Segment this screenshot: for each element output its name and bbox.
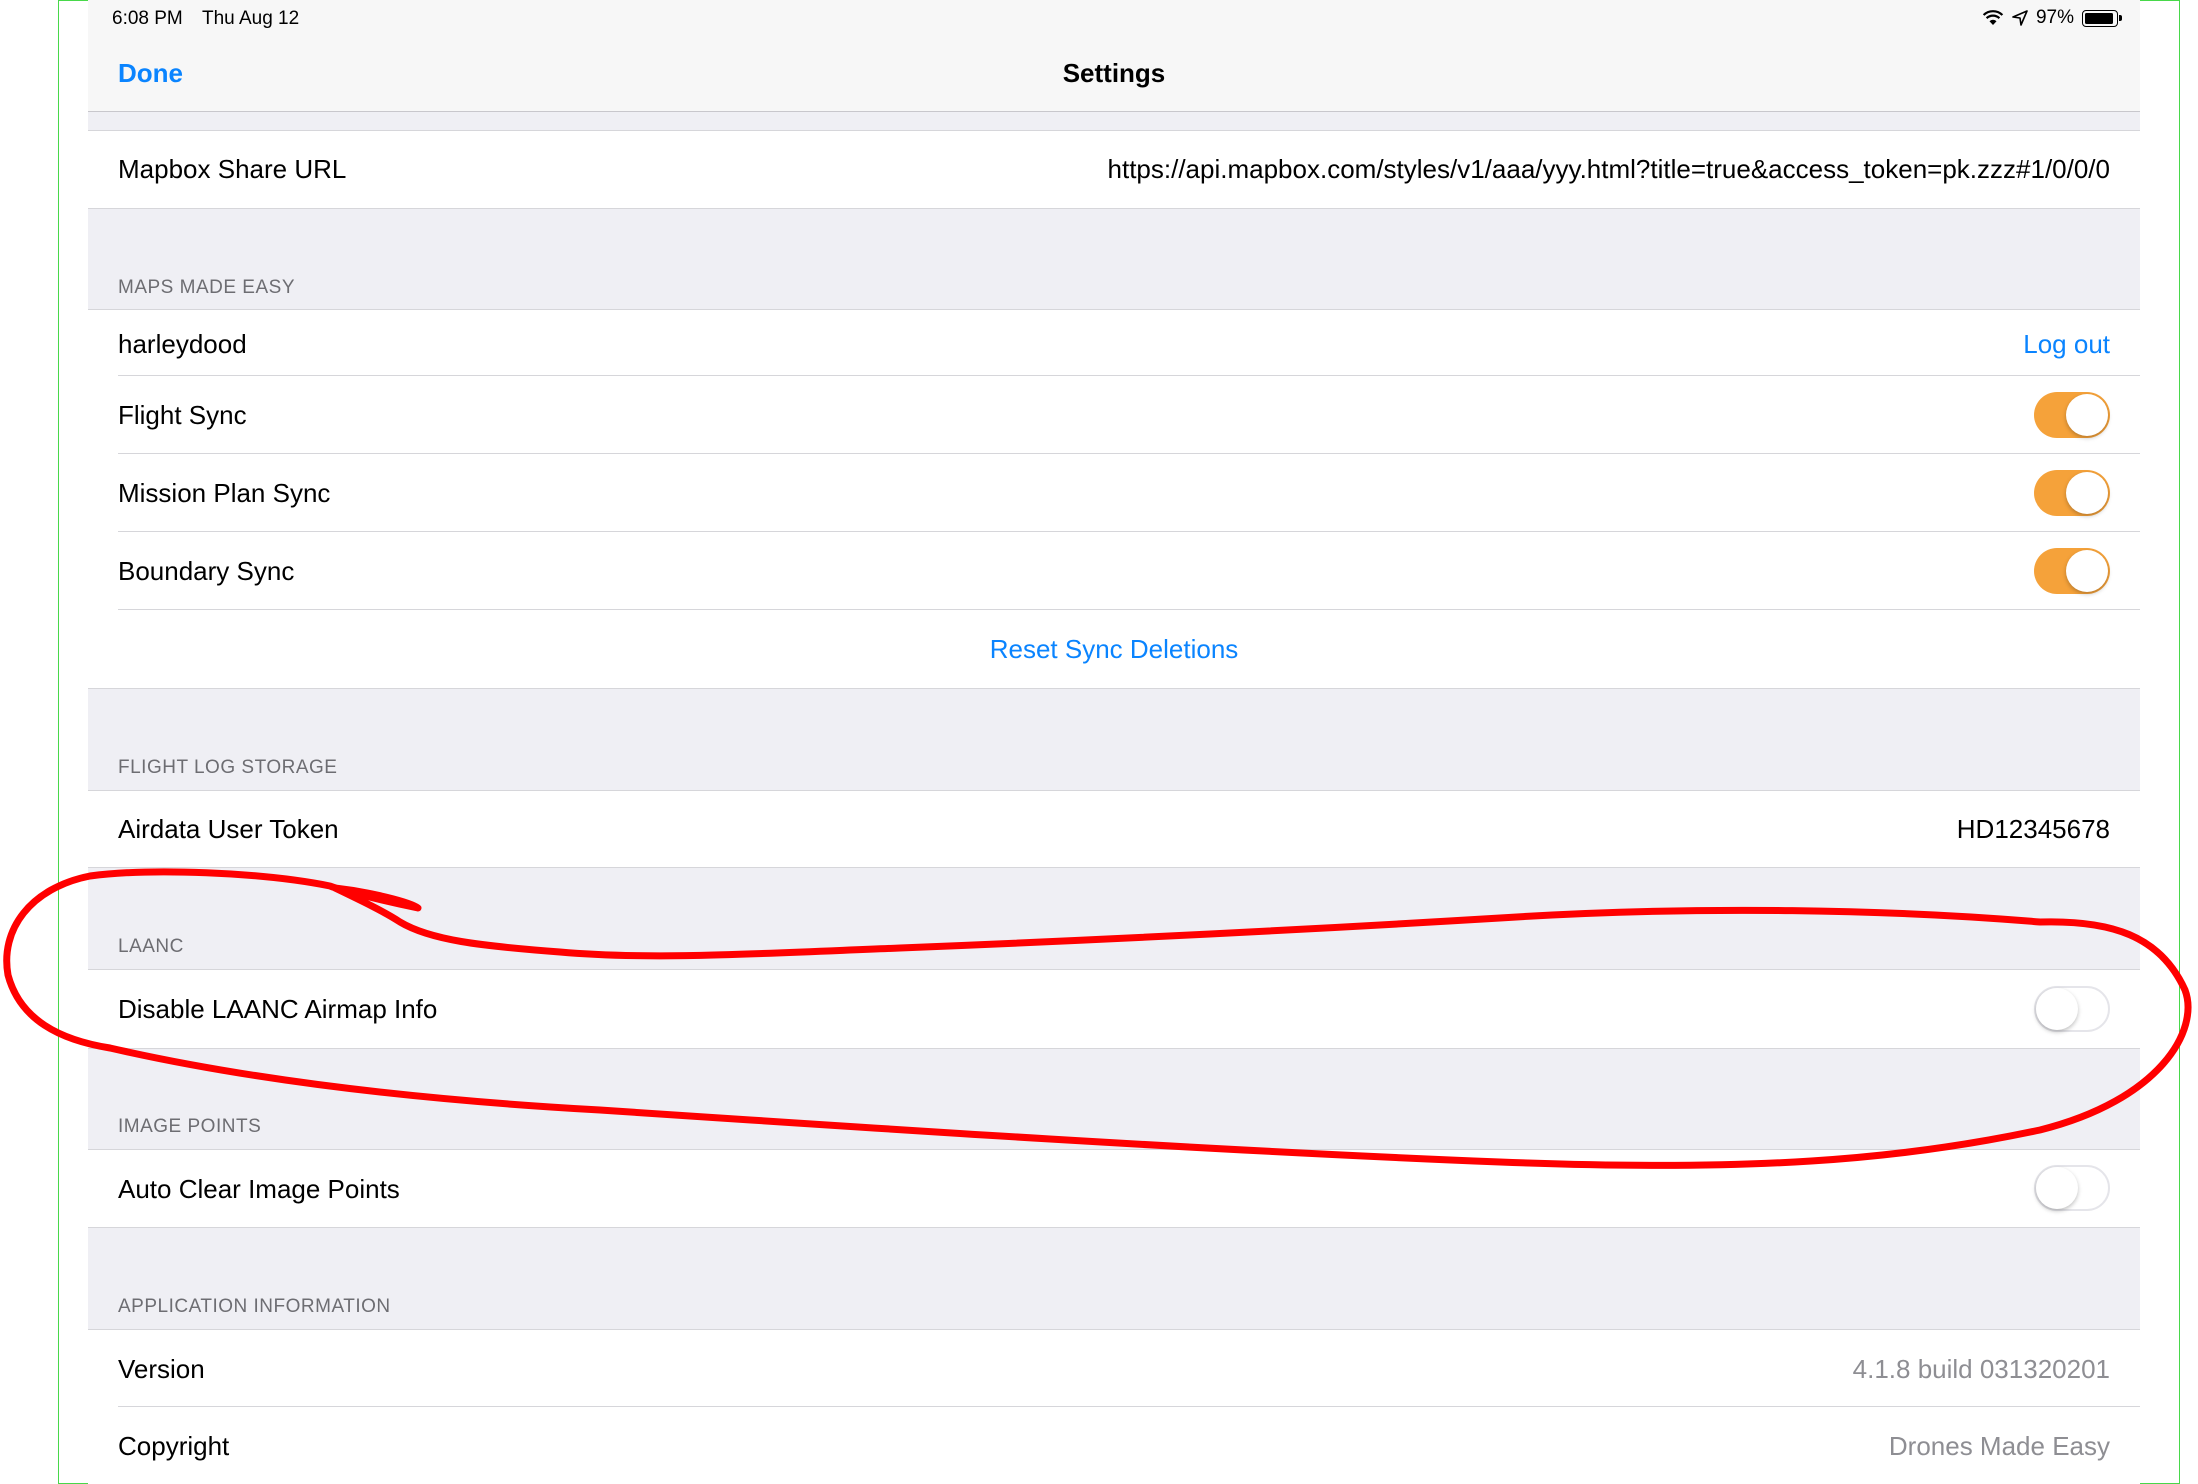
section-header-laanc: LAANC	[118, 936, 184, 957]
copyright-value: Drones Made Easy	[1888, 1431, 2110, 1461]
flight-sync-label: Flight Sync	[118, 400, 247, 430]
account-username: harleydood	[118, 329, 247, 359]
auto-clear-image-points-toggle[interactable]	[2034, 1165, 2110, 1211]
wifi-icon	[1982, 10, 2004, 25]
reset-sync-deletions-button[interactable]: Reset Sync Deletions	[88, 634, 2140, 665]
battery-icon	[2082, 9, 2122, 27]
flight-sync-toggle[interactable]	[2034, 392, 2110, 438]
version-row: Version 4.1.8 build 031320201	[88, 1330, 2140, 1407]
mission-plan-sync-toggle[interactable]	[2034, 470, 2110, 516]
version-label: Version	[118, 1354, 205, 1384]
mission-plan-sync-row: Mission Plan Sync	[88, 454, 2140, 532]
boundary-sync-label: Boundary Sync	[118, 556, 295, 586]
section-header-maps-made-easy: MAPS MADE EASY	[118, 277, 295, 298]
mapbox-share-url-value[interactable]: https://api.mapbox.com/styles/v1/aaa/yyy…	[1108, 154, 2110, 185]
location-arrow-icon	[2012, 10, 2028, 26]
section-header-image-points: IMAGE POINTS	[118, 1116, 262, 1137]
status-bar: 6:08 PM Thu Aug 12 97%	[88, 0, 2140, 38]
battery-percent: 97%	[2035, 7, 2074, 28]
flight-sync-row: Flight Sync	[88, 376, 2140, 454]
copyright-row: Copyright Drones Made Easy	[88, 1407, 2140, 1484]
status-date: Thu Aug 12	[202, 8, 300, 29]
section-header-application-information: APPLICATION INFORMATION	[118, 1296, 391, 1317]
mapbox-share-url-label: Mapbox Share URL	[118, 154, 347, 184]
airdata-token-value[interactable]: HD12345678	[1957, 814, 2110, 845]
page-title: Settings	[1062, 58, 1166, 88]
airdata-token-label: Airdata User Token	[118, 814, 339, 844]
boundary-sync-toggle[interactable]	[2034, 548, 2110, 594]
mission-plan-sync-label: Mission Plan Sync	[118, 478, 331, 508]
auto-clear-image-points-row: Auto Clear Image Points	[88, 1150, 2140, 1227]
airdata-token-row[interactable]: Airdata User Token HD12345678	[88, 791, 2140, 867]
navigation-bar: Done Settings	[88, 38, 2140, 112]
settings-screen: 6:08 PM Thu Aug 12 97% Done Settings Map…	[88, 0, 2140, 1484]
reset-sync-deletions-row[interactable]: Reset Sync Deletions	[88, 610, 2140, 688]
boundary-sync-row: Boundary Sync	[88, 532, 2140, 610]
disable-laanc-toggle[interactable]	[2034, 986, 2110, 1032]
disable-laanc-label: Disable LAANC Airmap Info	[118, 994, 438, 1024]
log-out-button[interactable]: Log out	[2023, 329, 2110, 360]
account-row: harleydood Log out	[88, 310, 2140, 376]
mapbox-share-url-row[interactable]: Mapbox Share URL https://api.mapbox.com/…	[88, 130, 2140, 208]
section-header-flight-log-storage: FLIGHT LOG STORAGE	[118, 757, 338, 778]
copyright-label: Copyright	[118, 1431, 230, 1461]
auto-clear-image-points-label: Auto Clear Image Points	[118, 1174, 400, 1204]
status-time: 6:08 PM	[112, 8, 183, 29]
status-indicators: 97%	[1982, 7, 2122, 29]
disable-laanc-row: Disable LAANC Airmap Info	[88, 970, 2140, 1048]
version-value: 4.1.8 build 031320201	[1852, 1354, 2110, 1384]
